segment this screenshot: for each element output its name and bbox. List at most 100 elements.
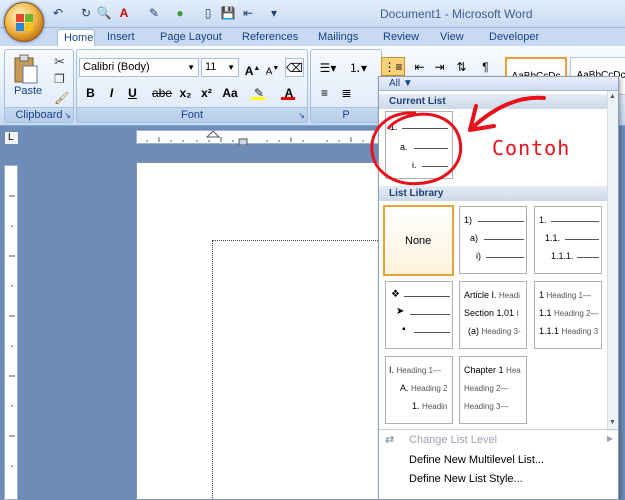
chevron-down-icon: ▼ bbox=[187, 63, 195, 72]
list-tile-decimal[interactable]: 1. 1.1. 1.1.1. bbox=[534, 206, 602, 274]
redo-icon[interactable]: ↻ bbox=[78, 5, 94, 21]
decrease-indent-icon[interactable]: ⇤ bbox=[410, 57, 429, 76]
print-preview-icon[interactable]: 🔍 bbox=[96, 5, 112, 21]
show-formatting-icon[interactable]: ¶ bbox=[476, 57, 495, 76]
tab-mailings[interactable]: Mailings bbox=[312, 29, 364, 46]
tab-insert[interactable]: Insert bbox=[101, 29, 141, 46]
paste-label[interactable]: Paste bbox=[14, 85, 42, 97]
list-tile-article[interactable]: Article I. Headi Section 1.01 I (a) Head… bbox=[459, 281, 527, 349]
align-center-icon[interactable]: ≣ bbox=[337, 83, 356, 102]
scroll-up-icon[interactable]: ▲ bbox=[609, 93, 616, 100]
horizontal-ruler[interactable] bbox=[136, 130, 381, 146]
cut-icon[interactable]: ✂ bbox=[54, 54, 65, 70]
new-document-icon[interactable]: ▯ bbox=[200, 5, 216, 21]
tile-level-3: 1. Headin bbox=[412, 401, 448, 411]
font-family-value: Calibri (Body) bbox=[83, 61, 150, 73]
clipboard-group-label: Clipboard bbox=[5, 107, 73, 122]
tile-level-1: 1. bbox=[390, 122, 398, 132]
clear-formatting-icon[interactable]: ⌫ bbox=[285, 58, 304, 77]
define-multilevel-list-item[interactable]: Define New Multilevel List... bbox=[379, 450, 607, 470]
italic-button[interactable]: I bbox=[102, 83, 121, 102]
sort-icon[interactable]: ⇅ bbox=[452, 57, 471, 76]
multilevel-list-icon[interactable]: ⋮≡ bbox=[381, 57, 405, 76]
bold-button[interactable]: B bbox=[81, 83, 100, 102]
change-list-level-item[interactable]: Change List Level bbox=[379, 430, 607, 450]
superscript-button[interactable]: x² bbox=[197, 83, 216, 102]
tab-home[interactable]: Home bbox=[57, 29, 95, 46]
list-tile-bullets[interactable]: ❖ ➤ ▪ bbox=[385, 281, 453, 349]
tile-level-1: 1 Heading 1— bbox=[539, 290, 592, 300]
diamond-bullet-icon: ❖ bbox=[391, 289, 400, 300]
bullets-icon[interactable]: ☰▾ bbox=[315, 58, 341, 77]
customize-toolbar-icon[interactable]: ▾ bbox=[266, 5, 282, 21]
tab-view[interactable]: View bbox=[434, 29, 470, 46]
font-group-label: Font bbox=[77, 107, 307, 122]
tile-level-3: i) bbox=[476, 251, 481, 261]
save-icon[interactable]: 💾 bbox=[220, 5, 236, 21]
paste-icon[interactable] bbox=[13, 54, 39, 86]
copy-icon[interactable]: ❐ bbox=[54, 72, 65, 86]
window-title: Document1 - Microsoft Word bbox=[380, 7, 533, 21]
current-list-tile[interactable]: 1. a. i. bbox=[385, 111, 453, 179]
tab-review[interactable]: Review bbox=[377, 29, 425, 46]
highlight-icon[interactable]: ✎ bbox=[247, 83, 271, 102]
font-color-icon[interactable]: A bbox=[277, 83, 301, 102]
grow-font-button[interactable]: A▲ bbox=[243, 58, 262, 78]
tab-developer[interactable]: Developer bbox=[483, 29, 545, 46]
tile-level-1: Chapter 1 Hea bbox=[464, 365, 521, 375]
underline-button[interactable]: U bbox=[123, 83, 142, 102]
font-size-value: 11 bbox=[205, 61, 217, 73]
tab-page-layout[interactable]: Page Layout bbox=[154, 29, 228, 46]
list-tile-heading-decimal[interactable]: 1 Heading 1— 1.1 Heading 2— 1.1.1 Headin… bbox=[534, 281, 602, 349]
list-tile-paren[interactable]: 1) a) i) bbox=[459, 206, 527, 274]
undo-list-icon[interactable]: ⇤ bbox=[240, 5, 256, 21]
tile-level-1: 1. bbox=[539, 215, 547, 225]
format-painter-icon[interactable]: 🖌 bbox=[54, 91, 69, 105]
scroll-down-icon[interactable]: ▼ bbox=[609, 419, 616, 426]
text-boundary bbox=[212, 240, 382, 500]
list-library-header: List Library bbox=[379, 186, 607, 201]
undo-icon[interactable]: ↶ bbox=[50, 5, 66, 21]
filter-label: All bbox=[389, 78, 401, 89]
shrink-font-button[interactable]: A▼ bbox=[263, 58, 282, 77]
tile-level-3: Heading 3— bbox=[464, 402, 509, 411]
dialog-launcher-icon[interactable]: ↘ bbox=[64, 111, 71, 120]
tab-references[interactable]: References bbox=[236, 29, 304, 46]
align-left-icon[interactable]: ≡ bbox=[315, 83, 334, 102]
ruler-toggle[interactable]: L bbox=[4, 131, 19, 145]
define-list-style-item[interactable]: Define New List Style... bbox=[379, 469, 607, 489]
tile-level-2: 1.1. bbox=[545, 233, 561, 243]
increase-indent-icon[interactable]: ⇥ bbox=[430, 57, 449, 76]
circle-icon[interactable]: ● bbox=[172, 5, 188, 21]
list-tile-chapter[interactable]: Chapter 1 Hea Heading 2— Heading 3— bbox=[459, 356, 527, 424]
numbering-icon[interactable]: ⒈▾ bbox=[345, 58, 371, 77]
clipboard-group: Paste ✂ ❐ 🖌 Clipboard ↘ bbox=[4, 49, 74, 123]
office-button[interactable] bbox=[4, 2, 44, 42]
font-family-dropdown[interactable]: Calibri (Body) ▼ bbox=[79, 58, 199, 77]
chevron-down-icon: ▼ bbox=[402, 78, 413, 89]
paragraph-group-label: P bbox=[311, 107, 381, 122]
list-none-tile[interactable]: None bbox=[383, 205, 454, 276]
list-tile-roman-heading[interactable]: I. Heading 1— A. Heading 2 1. Headin bbox=[385, 356, 453, 424]
tile-level-3: (a) Heading 3- bbox=[468, 326, 521, 336]
font-color-icon[interactable]: A bbox=[116, 5, 132, 21]
square-bullet-icon: ▪ bbox=[402, 324, 406, 335]
format-painter-icon[interactable]: ✎ bbox=[146, 5, 162, 21]
change-case-button[interactable]: Aa bbox=[218, 83, 242, 102]
tile-level-1: I. Heading 1— bbox=[389, 365, 442, 375]
tile-level-2: A. Heading 2 bbox=[400, 383, 448, 393]
subscript-button[interactable]: x₂ bbox=[176, 83, 195, 102]
none-label: None bbox=[405, 235, 432, 247]
annotation-text: Contoh bbox=[492, 136, 571, 160]
tile-level-3: 1.1.1 Heading 3 bbox=[539, 326, 599, 336]
gallery-filter[interactable]: All ▼ bbox=[379, 77, 618, 91]
vertical-ruler[interactable] bbox=[4, 165, 18, 500]
strikethrough-button[interactable]: abe bbox=[149, 83, 175, 102]
tile-level-3: i. bbox=[412, 160, 417, 170]
tile-level-2: a. bbox=[400, 142, 408, 152]
font-group: Calibri (Body) ▼ 11 ▼ A▲ A▼ ⌫ B I U abe x₂… bbox=[76, 49, 308, 123]
font-size-dropdown[interactable]: 11 ▼ bbox=[201, 58, 239, 77]
gallery-scrollbar[interactable]: ▲ ▼ bbox=[607, 91, 618, 431]
tile-level-2: Section 1.01 I bbox=[464, 308, 519, 318]
dialog-launcher-icon[interactable]: ↘ bbox=[298, 111, 305, 120]
